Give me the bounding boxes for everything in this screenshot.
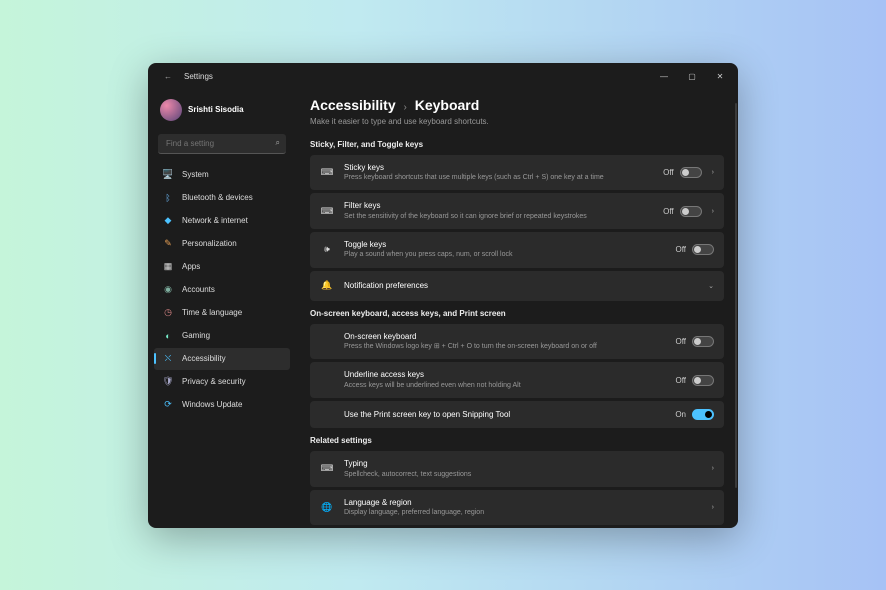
sidebar-item-label: System xyxy=(182,170,209,179)
app-title: Settings xyxy=(184,72,213,81)
nav-icon: ⛌ xyxy=(162,353,174,365)
sidebar-item-label: Bluetooth & devices xyxy=(182,193,253,202)
language-region-row[interactable]: 🌐 Language & region Display language, pr… xyxy=(310,490,724,526)
sidebar-item-label: Windows Update xyxy=(182,400,242,409)
sidebar-item-system[interactable]: 🖥️ System xyxy=(154,164,290,186)
sidebar: Srishti Sisodia ⌕ 🖥️ System ᛒ Bluetooth & d… xyxy=(148,91,296,528)
scrollbar[interactable] xyxy=(735,103,737,488)
sidebar-item-label: Accessibility xyxy=(182,354,226,363)
breadcrumb-current: Keyboard xyxy=(415,97,480,113)
chevron-right-icon: › xyxy=(712,208,714,215)
section-heading: Related settings xyxy=(310,436,724,445)
print-screen-toggle[interactable] xyxy=(692,409,714,420)
chevron-right-icon: › xyxy=(712,465,714,472)
onscreen-keyboard-row[interactable]: On-screen keyboard Press the Windows log… xyxy=(310,324,724,360)
settings-window: ← Settings — ▢ ✕ Srishti Sisodia ⌕ 🖥️ Sys… xyxy=(148,63,738,528)
user-name: Srishti Sisodia xyxy=(188,105,244,114)
sidebar-item-bluetooth-devices[interactable]: ᛒ Bluetooth & devices xyxy=(154,187,290,209)
search-input[interactable] xyxy=(158,134,286,154)
sidebar-item-windows-update[interactable]: ⟳ Windows Update xyxy=(154,394,290,416)
chevron-right-icon: › xyxy=(712,169,714,176)
sidebar-item-label: Personalization xyxy=(182,239,237,248)
search-icon: ⌕ xyxy=(276,138,280,148)
underline-access-keys-toggle[interactable] xyxy=(692,375,714,386)
sidebar-item-gaming[interactable]: ◐ Gaming xyxy=(154,325,290,347)
filter-keys-toggle[interactable] xyxy=(680,206,702,217)
close-button[interactable]: ✕ xyxy=(706,66,734,88)
chevron-right-icon: › xyxy=(404,102,407,113)
notification-preferences-row[interactable]: 🔔 Notification preferences ⌄ xyxy=(310,271,724,301)
sound-icon: 🕪 xyxy=(320,243,334,257)
user-account-row[interactable]: Srishti Sisodia xyxy=(154,95,290,125)
sidebar-item-label: Network & internet xyxy=(182,216,248,225)
sidebar-item-network-internet[interactable]: ◆ Network & internet xyxy=(154,210,290,232)
nav-icon: 🛡 xyxy=(162,376,174,388)
chevron-down-icon: ⌄ xyxy=(708,282,714,290)
breadcrumb-parent[interactable]: Accessibility xyxy=(310,97,396,113)
main-content: Accessibility › Keyboard Make it easier … xyxy=(296,91,738,528)
sidebar-item-label: Time & language xyxy=(182,308,242,317)
sticky-keys-row[interactable]: ⌨ Sticky keys Press keyboard shortcuts t… xyxy=(310,155,724,191)
sidebar-item-apps[interactable]: ▦ Apps xyxy=(154,256,290,278)
nav-icon: ᛒ xyxy=(162,192,174,204)
maximize-button[interactable]: ▢ xyxy=(678,66,706,88)
nav-icon: ◉ xyxy=(162,284,174,296)
nav-icon: ◆ xyxy=(162,215,174,227)
sidebar-item-accounts[interactable]: ◉ Accounts xyxy=(154,279,290,301)
keyboard-icon: ⌨ xyxy=(320,204,334,218)
section-heading: Sticky, Filter, and Toggle keys xyxy=(310,140,724,149)
sidebar-item-label: Accounts xyxy=(182,285,215,294)
avatar xyxy=(160,99,182,121)
toggle-keys-row[interactable]: 🕪 Toggle keys Play a sound when you pres… xyxy=(310,232,724,268)
titlebar: ← Settings — ▢ ✕ xyxy=(148,63,738,91)
back-button[interactable]: ← xyxy=(158,67,178,87)
breadcrumb: Accessibility › Keyboard xyxy=(310,97,724,113)
sidebar-item-label: Gaming xyxy=(182,331,210,340)
section-heading: On-screen keyboard, access keys, and Pri… xyxy=(310,309,724,318)
sidebar-item-privacy-security[interactable]: 🛡 Privacy & security xyxy=(154,371,290,393)
sidebar-item-label: Privacy & security xyxy=(182,377,246,386)
sidebar-item-time-language[interactable]: ◷ Time & language xyxy=(154,302,290,324)
keyboard-icon: ⌨ xyxy=(320,165,334,179)
nav-icon: ⟳ xyxy=(162,399,174,411)
nav-icon: ◐ xyxy=(162,330,174,342)
print-screen-row[interactable]: Use the Print screen key to open Snippin… xyxy=(310,401,724,428)
sidebar-item-label: Apps xyxy=(182,262,200,271)
keyboard-icon: ⌨ xyxy=(320,462,334,476)
bell-icon: 🔔 xyxy=(320,279,334,293)
nav-icon: 🖥️ xyxy=(162,169,174,181)
nav-icon: ▦ xyxy=(162,261,174,273)
nav-icon: ✎ xyxy=(162,238,174,250)
underline-access-keys-row[interactable]: Underline access keys Access keys will b… xyxy=(310,362,724,398)
sticky-keys-toggle[interactable] xyxy=(680,167,702,178)
chevron-right-icon: › xyxy=(712,504,714,511)
sidebar-item-accessibility[interactable]: ⛌ Accessibility xyxy=(154,348,290,370)
toggle-keys-toggle[interactable] xyxy=(692,244,714,255)
sidebar-item-personalization[interactable]: ✎ Personalization xyxy=(154,233,290,255)
nav-icon: ◷ xyxy=(162,307,174,319)
typing-row[interactable]: ⌨ Typing Spellcheck, autocorrect, text s… xyxy=(310,451,724,487)
onscreen-keyboard-toggle[interactable] xyxy=(692,336,714,347)
filter-keys-row[interactable]: ⌨ Filter keys Set the sensitivity of the… xyxy=(310,193,724,229)
globe-icon: 🌐 xyxy=(320,500,334,514)
minimize-button[interactable]: — xyxy=(650,66,678,88)
page-subtitle: Make it easier to type and use keyboard … xyxy=(310,117,724,126)
